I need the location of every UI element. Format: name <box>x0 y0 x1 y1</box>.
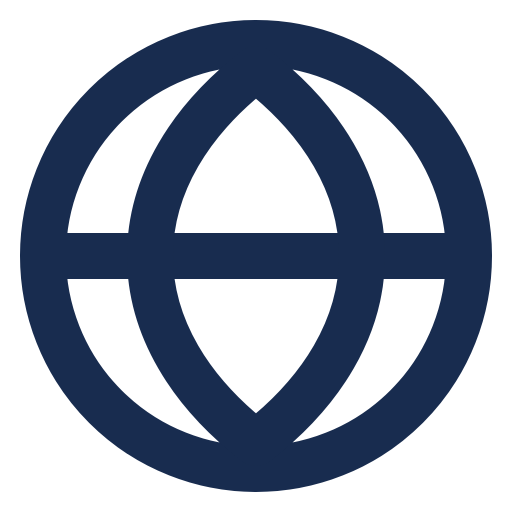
icon-canvas <box>0 0 512 512</box>
globe-icon <box>20 20 492 492</box>
